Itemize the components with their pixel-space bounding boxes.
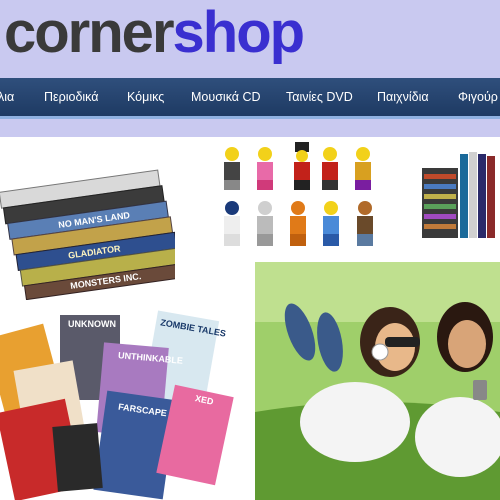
logo-text-corner: corner (4, 0, 175, 65)
logo-text-shop: shop (172, 0, 306, 65)
dvd-stack-image[interactable]: NO MAN'S LAND GLADIATOR MONSTERS INC. (0, 140, 175, 300)
nav-item-comics[interactable]: Κόμικς (127, 78, 164, 116)
nav-item-dvd-movies[interactable]: Ταινίες DVD (286, 78, 353, 116)
comic-title-1: UNKNOWN (68, 319, 116, 329)
nav-item-magazines[interactable]: Περιοδικά (44, 78, 99, 116)
lego-minifigures-image[interactable] (205, 140, 395, 250)
site-logo[interactable]: cornershop (4, 0, 306, 72)
nav-item-toys[interactable]: Παιχνίδια (377, 78, 429, 116)
comics-image[interactable]: UNKNOWN ZOMBIE TALES UNTHINKABLE FARSCAP… (0, 305, 240, 500)
site-header: cornershop (0, 0, 500, 78)
cd-stack-graphic (422, 152, 495, 238)
nav-item-figures[interactable]: Φιγούρ (458, 78, 498, 116)
cd-stack-image[interactable] (418, 148, 500, 246)
girls-photo-graphic (255, 262, 500, 500)
lego-figures-graphic (224, 142, 373, 246)
nav-spacer-band (0, 119, 500, 137)
main-nav: λια Περιοδικά Κόμικς Μουσικά CD Ταινίες … (0, 78, 500, 119)
nav-item-books[interactable]: λια (0, 78, 14, 116)
nav-item-music-cd[interactable]: Μουσικά CD (191, 78, 261, 116)
girls-with-headphones-photo[interactable] (255, 262, 500, 500)
